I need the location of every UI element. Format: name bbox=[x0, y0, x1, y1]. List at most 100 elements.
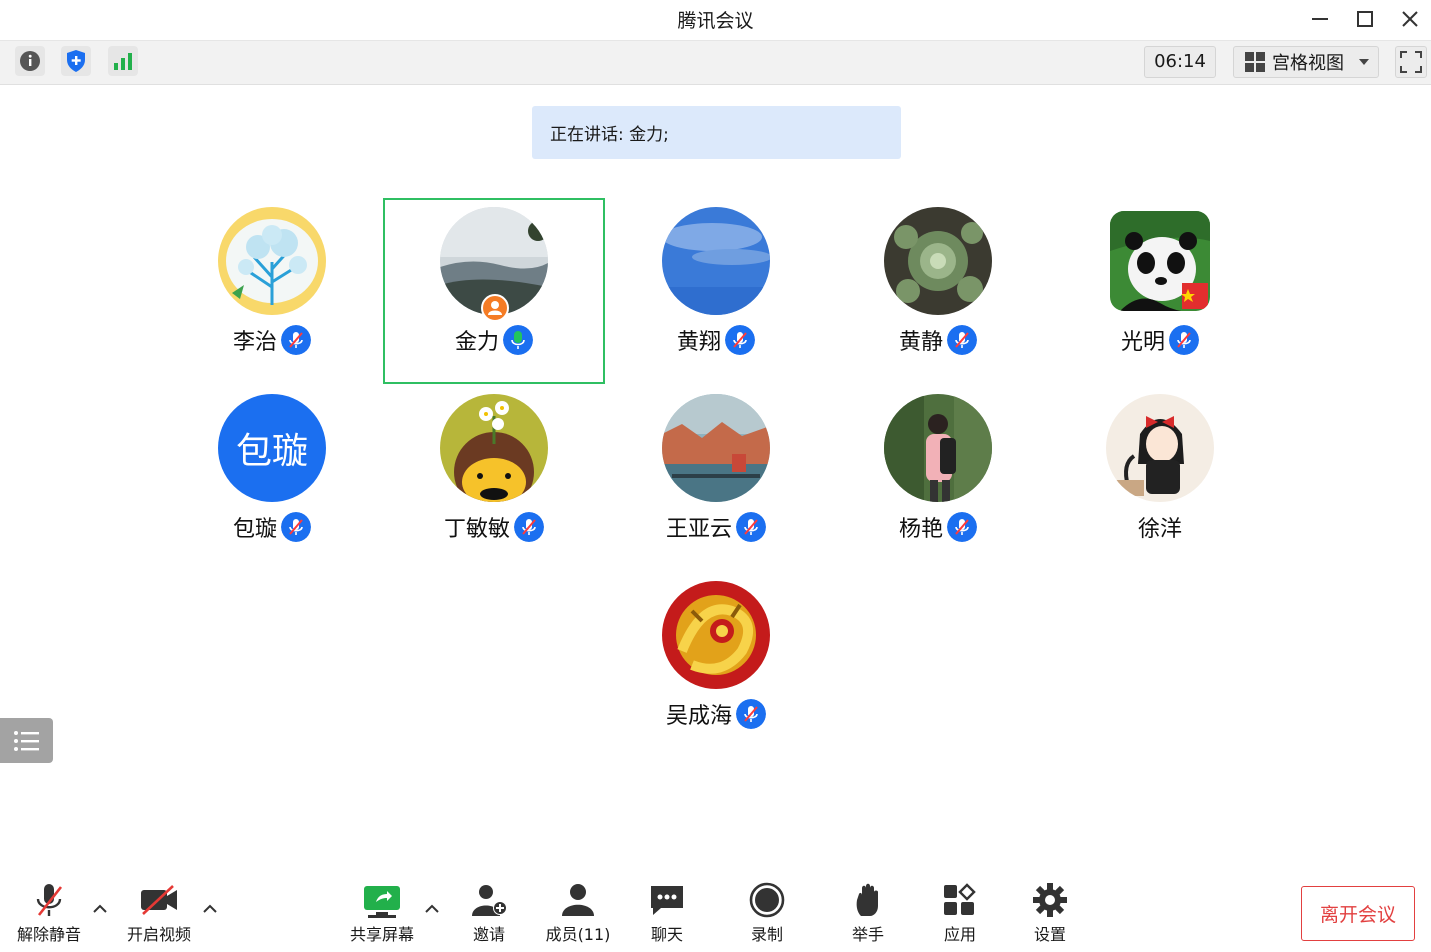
leave-meeting-button[interactable]: 离开会议 bbox=[1301, 886, 1415, 941]
avatar bbox=[662, 207, 770, 315]
participant-nameline: 黄静 bbox=[827, 324, 1049, 356]
mic-muted-icon bbox=[947, 325, 977, 355]
gear-icon bbox=[1033, 883, 1067, 917]
raise-hand-label: 举手 bbox=[851, 925, 884, 944]
record-button[interactable]: 录制 bbox=[727, 882, 807, 946]
participant-name: 徐洋 bbox=[1137, 517, 1182, 542]
apps-icon bbox=[944, 883, 976, 915]
participant-tile[interactable]: 黄翔 bbox=[605, 198, 827, 384]
apps-button[interactable]: 应用 bbox=[920, 882, 1000, 946]
participant-nameline: 吴成海 bbox=[605, 698, 827, 730]
participant-tile[interactable]: 黄静 bbox=[827, 198, 1049, 384]
list-icon bbox=[13, 730, 39, 751]
window-title: 腾讯会议 bbox=[677, 10, 754, 32]
invite-button[interactable]: 邀请 bbox=[449, 882, 529, 946]
mic-off-icon bbox=[36, 884, 63, 916]
participant-nameline: 金力 bbox=[385, 324, 603, 356]
mic-muted-icon bbox=[736, 699, 766, 729]
fullscreen-icon bbox=[1400, 51, 1422, 73]
avatar-initials: 包璇 bbox=[218, 394, 326, 502]
chevron-down-icon bbox=[1359, 59, 1369, 65]
control-bar: 解除静音 开启视频 共享屏幕 邀请 成员(11) 聊天 录制 举手 应用 设置 bbox=[0, 872, 1431, 952]
title-bar: 腾讯会议 bbox=[0, 0, 1431, 41]
view-mode-select[interactable]: 宫格视图 bbox=[1233, 46, 1379, 78]
share-screen-label: 共享屏幕 bbox=[349, 925, 414, 944]
participant-name: 吴成海 bbox=[665, 704, 732, 729]
avatar bbox=[884, 207, 992, 315]
record-label: 录制 bbox=[750, 925, 783, 944]
raise-hand-button[interactable]: 举手 bbox=[828, 882, 908, 946]
minimize-button[interactable] bbox=[1307, 6, 1333, 32]
participant-nameline: 王亚云 bbox=[605, 511, 827, 543]
members-label: 成员(11) bbox=[545, 925, 611, 944]
grid-view-icon bbox=[1245, 52, 1265, 72]
chevron-up-icon[interactable] bbox=[201, 900, 219, 918]
participant-nameline: 李治 bbox=[161, 324, 383, 356]
mic-muted-icon bbox=[736, 512, 766, 542]
avatar bbox=[662, 581, 770, 689]
members-icon bbox=[562, 884, 594, 916]
chat-button[interactable]: 聊天 bbox=[627, 882, 707, 946]
record-icon bbox=[749, 882, 785, 918]
participant-name: 黄静 bbox=[898, 330, 943, 355]
settings-button[interactable]: 设置 bbox=[1010, 882, 1090, 946]
chevron-up-icon[interactable] bbox=[91, 900, 109, 918]
participant-tile[interactable]: 杨艳 bbox=[827, 385, 1049, 571]
participant-name: 丁敏敏 bbox=[443, 517, 510, 542]
start-video-button[interactable]: 开启视频 bbox=[119, 882, 199, 946]
close-button[interactable] bbox=[1397, 6, 1423, 32]
start-video-label: 开启视频 bbox=[126, 925, 191, 944]
settings-label: 设置 bbox=[1033, 925, 1066, 944]
meeting-toolbar: 06:14 宫格视图 bbox=[0, 41, 1431, 85]
participant-name: 王亚云 bbox=[665, 517, 732, 542]
share-screen-button[interactable]: 共享屏幕 bbox=[342, 882, 422, 946]
participant-name: 包璇 bbox=[232, 517, 277, 542]
participant-nameline: 徐洋 bbox=[1049, 511, 1271, 543]
meeting-timer: 06:14 bbox=[1144, 46, 1216, 78]
info-button[interactable] bbox=[15, 46, 45, 76]
participant-tile[interactable]: 丁敏敏 bbox=[383, 385, 605, 571]
avatar bbox=[1106, 394, 1214, 502]
apps-label: 应用 bbox=[943, 925, 976, 944]
avatar bbox=[440, 394, 548, 502]
members-button[interactable]: 成员(11) bbox=[538, 882, 618, 946]
speaking-text: 正在讲话: 金力; bbox=[550, 125, 669, 145]
host-user-icon bbox=[488, 301, 502, 315]
invite-label: 邀请 bbox=[472, 925, 505, 944]
security-button[interactable] bbox=[61, 46, 91, 76]
avatar-text: 包璇 bbox=[235, 431, 308, 472]
raise-hand-icon bbox=[856, 883, 878, 916]
participant-tile[interactable]: 包璇 包璇 bbox=[161, 385, 383, 571]
participant-nameline: 光明 bbox=[1049, 324, 1271, 356]
mic-muted-icon bbox=[281, 512, 311, 542]
participant-tile[interactable]: 李治 bbox=[161, 198, 383, 384]
info-icon bbox=[20, 51, 40, 71]
mic-muted-icon bbox=[725, 325, 755, 355]
signal-bars-icon bbox=[114, 53, 132, 70]
participant-list-toggle[interactable] bbox=[0, 718, 53, 763]
maximize-button[interactable] bbox=[1352, 6, 1378, 32]
participant-tile[interactable]: 光明 bbox=[1049, 198, 1271, 384]
mic-muted-icon bbox=[281, 325, 311, 355]
fullscreen-button[interactable] bbox=[1395, 46, 1427, 78]
shield-icon bbox=[67, 50, 85, 72]
participant-tile[interactable]: 徐洋 bbox=[1049, 385, 1271, 571]
speaking-banner: 正在讲话: 金力; bbox=[532, 106, 901, 159]
participant-nameline: 包璇 bbox=[161, 511, 383, 543]
participant-tile[interactable]: 吴成海 bbox=[605, 572, 827, 758]
avatar bbox=[662, 394, 770, 502]
avatar bbox=[884, 394, 992, 502]
unmute-button[interactable]: 解除静音 bbox=[9, 882, 89, 946]
maximize-icon bbox=[1357, 11, 1373, 27]
participant-tile[interactable]: 王亚云 bbox=[605, 385, 827, 571]
avatar bbox=[1110, 211, 1210, 311]
view-mode-label: 宫格视图 bbox=[1272, 53, 1344, 74]
camera-off-icon bbox=[141, 885, 177, 915]
participant-tile-active[interactable]: 金力 bbox=[383, 198, 605, 384]
participant-name: 杨艳 bbox=[898, 517, 943, 542]
mic-muted-icon bbox=[514, 512, 544, 542]
network-status-button[interactable] bbox=[108, 46, 138, 76]
share-screen-icon bbox=[364, 886, 400, 918]
participant-nameline: 杨艳 bbox=[827, 511, 1049, 543]
chevron-up-icon[interactable] bbox=[423, 900, 441, 918]
